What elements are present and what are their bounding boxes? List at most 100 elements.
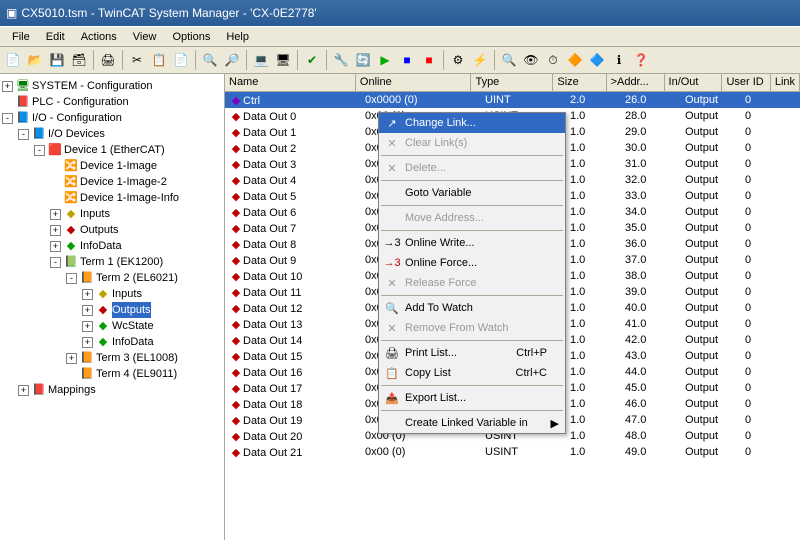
menu-item[interactable]: ↗Change Link... [379, 113, 565, 133]
column-header[interactable]: Link [771, 74, 800, 91]
tree-node[interactable]: 📙Term 4 (EL9011) [2, 366, 222, 382]
toolbar[interactable]: 📄 📂 💾 🗃 🖨 ✂ 📋 📄 🔍 🔎 💻 🖥 ✔ 🔧 🔄 ▶ ■ ■ ⚙ ⚡ … [0, 46, 800, 74]
scan-button[interactable]: 🔧 [330, 49, 352, 71]
menu-bar[interactable]: FileEditActionsViewOptionsHelp [0, 26, 800, 46]
tree-node[interactable]: -📗Term 1 (EK1200) [2, 254, 222, 270]
menu-help[interactable]: Help [218, 29, 257, 45]
tree-node[interactable]: +◆Outputs [2, 222, 222, 238]
menu-item[interactable]: 📋Copy ListCtrl+C [379, 363, 565, 383]
expand-icon[interactable]: + [50, 225, 61, 236]
collapse-icon[interactable]: - [2, 113, 13, 124]
menu-item[interactable]: Goto Variable [379, 183, 565, 203]
reload-button[interactable]: 🔄 [352, 49, 374, 71]
tree-node[interactable]: -📘I/O Devices [2, 126, 222, 142]
tool-a-button[interactable]: 🔶 [564, 49, 586, 71]
tree-node[interactable]: +◆InfoData [2, 238, 222, 254]
tree-node[interactable]: +📙Term 3 (EL1008) [2, 350, 222, 366]
list-header[interactable]: NameOnlineTypeSize>Addr...In/OutUser IDL… [225, 74, 800, 92]
open-button[interactable]: 📂 [24, 49, 46, 71]
target-button[interactable]: 🖥 [272, 49, 294, 71]
config-button[interactable]: ⚙ [447, 49, 469, 71]
tree-node[interactable]: -📙Term 2 (EL6021) [2, 270, 222, 286]
userid-cell: 0 [741, 382, 791, 394]
new-button[interactable]: 📄 [2, 49, 24, 71]
expand-icon[interactable]: + [2, 81, 13, 92]
info-button[interactable]: ℹ [608, 49, 630, 71]
column-header[interactable]: In/Out [665, 74, 723, 91]
variable-icon: ◆ [229, 238, 243, 251]
tree-node[interactable]: +◆InfoData [2, 334, 222, 350]
column-header[interactable]: Name [225, 74, 356, 91]
expand-icon[interactable]: + [50, 209, 61, 220]
column-header[interactable]: Online [356, 74, 472, 91]
expand-icon[interactable]: + [82, 321, 93, 332]
expand-icon[interactable]: + [82, 305, 93, 316]
inout-cell: Output [681, 286, 741, 298]
tree-node[interactable]: 🔀Device 1-Image-Info [2, 190, 222, 206]
variable-row[interactable]: ◆Ctrl0x0000 (0)UINT2.026.0Output0 [225, 92, 800, 108]
run-button[interactable]: ▶ [374, 49, 396, 71]
menu-options[interactable]: Options [164, 29, 218, 45]
menu-file[interactable]: File [4, 29, 38, 45]
context-menu[interactable]: ↗Change Link...✕Clear Link(s)✕Delete...G… [378, 112, 566, 434]
save-button[interactable]: 💾 [46, 49, 68, 71]
find-next-button[interactable]: 🔎 [221, 49, 243, 71]
menu-item[interactable]: 🔍Add To Watch [379, 298, 565, 318]
restart-button[interactable]: ■ [418, 49, 440, 71]
menu-item[interactable]: 🖨Print List...Ctrl+P [379, 343, 565, 363]
menu-item-label: Copy List [405, 367, 451, 379]
device-button[interactable]: 💻 [250, 49, 272, 71]
copy-button[interactable]: 📋 [148, 49, 170, 71]
menu-view[interactable]: View [125, 29, 165, 45]
collapse-icon[interactable]: - [34, 145, 45, 156]
expand-icon[interactable]: + [66, 353, 77, 364]
watch-button[interactable]: 👁 [520, 49, 542, 71]
collapse-icon[interactable]: - [18, 129, 29, 140]
expand-icon[interactable]: + [18, 385, 29, 396]
menu-item[interactable]: →3Online Write... [379, 233, 565, 253]
check-button[interactable]: ✔ [301, 49, 323, 71]
menu-actions[interactable]: Actions [73, 29, 125, 45]
variable-row[interactable]: ◆Data Out 210x00 (0)USINT1.049.0Output0 [225, 444, 800, 460]
tree-node[interactable]: 📕PLC - Configuration [2, 94, 222, 110]
column-header[interactable]: User ID [722, 74, 770, 91]
menu-edit[interactable]: Edit [38, 29, 73, 45]
help-button[interactable]: ❓ [630, 49, 652, 71]
menu-item[interactable]: 📤Export List... [379, 388, 565, 408]
tree-node[interactable]: 🔀Device 1-Image-2 [2, 174, 222, 190]
tree-node[interactable]: +🖥SYSTEM - Configuration [2, 78, 222, 94]
save-all-button[interactable]: 🗃 [68, 49, 90, 71]
paste-button[interactable]: 📄 [170, 49, 192, 71]
variable-list-panel[interactable]: NameOnlineTypeSize>Addr...In/OutUser IDL… [225, 74, 800, 540]
zoom-button[interactable]: 🔍 [498, 49, 520, 71]
menu-item[interactable]: Create Linked Variable in▶ [379, 413, 565, 433]
tree-node[interactable]: +◆Inputs [2, 286, 222, 302]
expand-icon[interactable]: + [50, 241, 61, 252]
tree-node[interactable]: -📘I/O - Configuration [2, 110, 222, 126]
tree-node[interactable]: -🟥Device 1 (EtherCAT) [2, 142, 222, 158]
size-cell: 1.0 [566, 286, 621, 298]
tree-node[interactable]: +◆Outputs [2, 302, 222, 318]
tool-b-button[interactable]: 🔷 [586, 49, 608, 71]
activate-button[interactable]: ⚡ [469, 49, 491, 71]
collapse-icon[interactable]: - [66, 273, 77, 284]
column-header[interactable]: >Addr... [607, 74, 665, 91]
menu-item[interactable]: →3Online Force... [379, 253, 565, 273]
tree-node[interactable]: +◆Inputs [2, 206, 222, 222]
column-header[interactable]: Size [553, 74, 606, 91]
collapse-icon[interactable]: - [50, 257, 61, 268]
cut-button[interactable]: ✂ [126, 49, 148, 71]
stop-button[interactable]: ■ [396, 49, 418, 71]
tree-node[interactable]: +◆WcState [2, 318, 222, 334]
tree-node[interactable]: 🔀Device 1-Image [2, 158, 222, 174]
expand-icon[interactable]: + [82, 337, 93, 348]
find-button[interactable]: 🔍 [199, 49, 221, 71]
time-button[interactable]: ⏱ [542, 49, 564, 71]
menu-item-label: Move Address... [405, 212, 484, 224]
tree-panel[interactable]: +🖥SYSTEM - Configuration📕PLC - Configura… [0, 74, 225, 540]
tree-node[interactable]: +📕Mappings [2, 382, 222, 398]
expand-icon[interactable]: + [82, 289, 93, 300]
print-button[interactable]: 🖨 [97, 49, 119, 71]
column-header[interactable]: Type [471, 74, 553, 91]
addr-cell: 30.0 [621, 142, 681, 154]
